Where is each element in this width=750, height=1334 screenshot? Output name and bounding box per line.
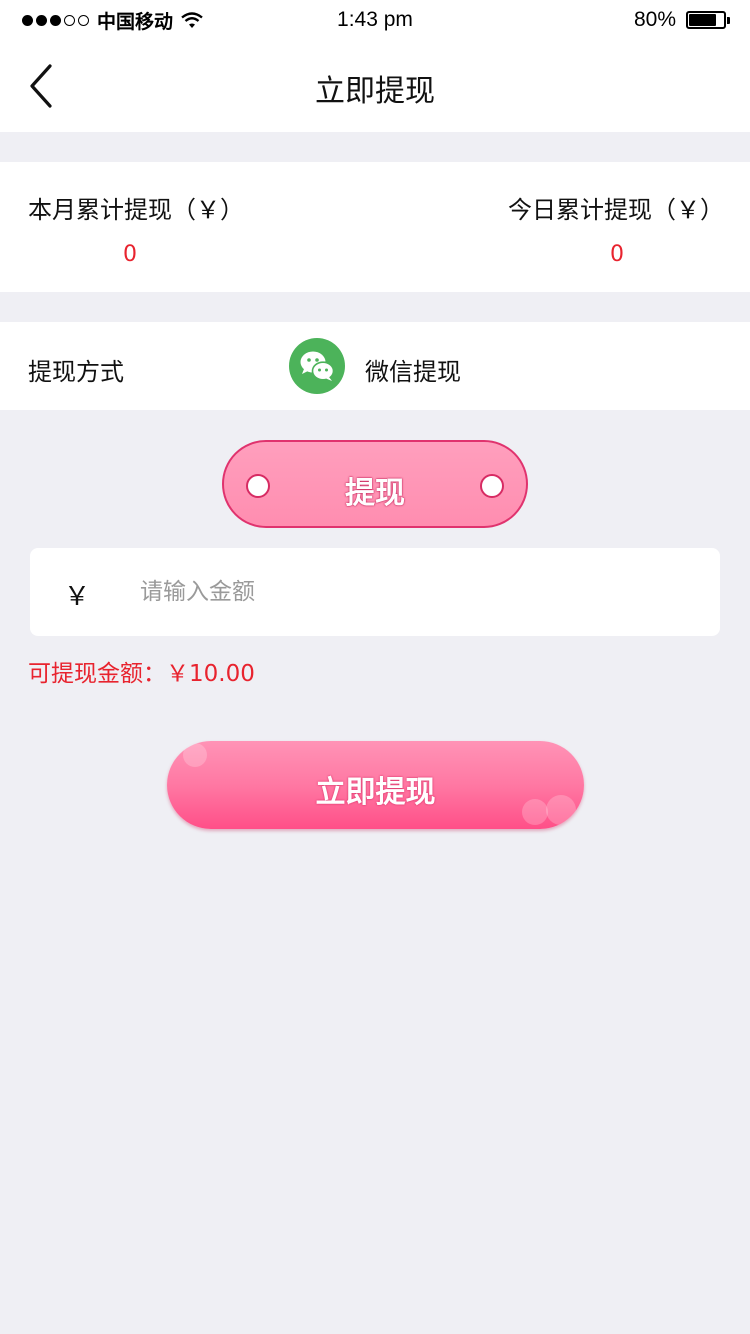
withdraw-now-label: 立即提现 [315,775,436,810]
amount-input[interactable] [140,568,700,616]
withdraw-now-button[interactable]: 立即提现 [167,741,584,829]
battery-percentage: 80% [633,8,676,31]
decor-hole-right [480,474,504,498]
page-title: 立即提现 [315,74,435,109]
withdraw-page: 中国移动 1:43 pm 80% 立即提现 本月累计提现（￥） 0 今日累计提现… [0,0,750,1334]
battery-tip [727,17,730,24]
withdraw-method-row[interactable]: 提现方式 微信提现 [0,322,750,410]
battery-icon [686,11,730,29]
amount-field[interactable]: ￥ [30,548,720,636]
withdraw-method-value: 微信提现 [365,358,461,386]
navigation-bar: 立即提现 [0,40,750,132]
battery-fill [689,14,717,26]
currency-symbol: ￥ [64,582,91,612]
status-right: 80% [633,8,730,32]
status-bar: 中国移动 1:43 pm 80% [0,0,750,40]
withdraw-tab-button[interactable]: 提现 [222,440,528,528]
today-total-label: 今日累计提现（￥） [508,196,724,224]
wechat-icon [289,338,345,394]
withdraw-stats-card: 本月累计提现（￥） 0 今日累计提现（￥） 0 [0,162,750,292]
today-total-value: 0 [610,242,624,267]
available-amount-text: 可提现金额：￥10.00 [28,661,255,687]
decor-bubble [183,743,207,767]
month-total-label: 本月累计提现（￥） [28,196,244,224]
month-total-value: 0 [123,242,137,267]
withdraw-method-label: 提现方式 [28,358,124,386]
